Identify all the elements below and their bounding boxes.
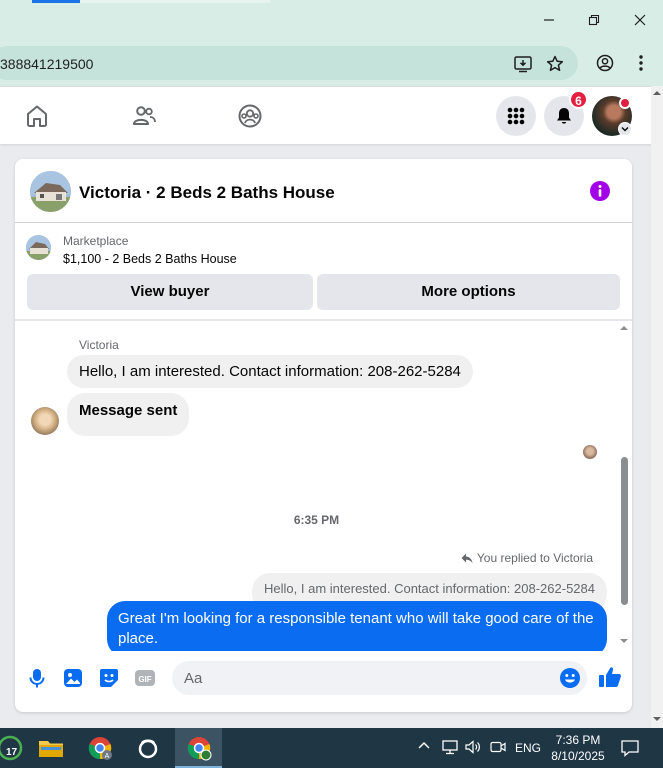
reply-arrow-icon — [461, 553, 473, 563]
message-thread[interactable]: Victoria Hello, I am interested. Contact… — [15, 321, 632, 651]
minimize-button[interactable] — [535, 8, 563, 32]
close-window-button[interactable] — [626, 8, 654, 32]
more-options-button[interactable]: More options — [317, 274, 620, 310]
menu-grid-icon — [507, 107, 525, 125]
read-receipt-avatar — [583, 445, 597, 459]
network-icon[interactable] — [441, 738, 459, 756]
microphone-icon[interactable] — [26, 667, 48, 689]
sender-name: Victoria — [79, 338, 119, 352]
clock-date: 8/10/2025 — [551, 749, 605, 763]
listing-summary: $1,100 - 2 Beds 2 Baths House — [63, 252, 237, 266]
chrome-active-profile-icon[interactable] — [185, 734, 213, 762]
browser-titlebar — [0, 0, 663, 40]
close-icon — [634, 14, 646, 26]
address-bar-row: 388841219500 — [0, 40, 663, 86]
info-icon[interactable] — [590, 181, 610, 201]
account-menu-chevron[interactable] — [618, 122, 632, 136]
thumbs-up-icon[interactable] — [598, 665, 621, 687]
scroll-down-icon[interactable] — [618, 636, 630, 646]
groups-icon[interactable] — [237, 103, 263, 129]
chat-title[interactable]: Victoria · 2 Beds 2 Baths House — [79, 183, 335, 203]
thread-scrollbar[interactable] — [618, 321, 630, 651]
facebook-navbar: 6 — [0, 86, 663, 144]
listing-thumbnail — [26, 235, 51, 260]
photo-icon[interactable] — [62, 667, 84, 689]
restore-button[interactable] — [580, 8, 608, 32]
system-clock[interactable]: 7:36 PM 8/10/2025 — [543, 732, 613, 764]
incoming-message[interactable]: Message sent — [67, 393, 190, 436]
taskbar-notification-count: 17 — [6, 747, 18, 758]
svg-text:GIF: GIF — [138, 675, 151, 684]
install-app-icon[interactable] — [513, 54, 533, 74]
profile-icon[interactable] — [595, 53, 615, 73]
chevron-down-icon — [621, 127, 629, 132]
chat-window: Victoria · 2 Beds 2 Baths House Marketpl… — [15, 159, 632, 712]
status-dot — [619, 97, 631, 109]
view-buyer-button[interactable]: View buyer — [27, 274, 313, 310]
reply-indicator: You replied to Victoria — [461, 551, 593, 565]
notification-badge: 6 — [569, 90, 588, 109]
star-icon[interactable] — [545, 54, 565, 74]
friends-icon[interactable] — [131, 103, 157, 129]
sticker-icon[interactable] — [98, 667, 120, 689]
clock-time: 7:36 PM — [555, 733, 601, 747]
omnibox[interactable]: 388841219500 — [0, 46, 578, 80]
listing-photo[interactable] — [30, 171, 71, 212]
chevron-up-icon[interactable] — [416, 738, 432, 754]
svg-text:A: A — [105, 753, 110, 760]
meet-now-icon[interactable] — [489, 738, 507, 756]
minimize-icon — [544, 19, 554, 21]
chrome-profile-a-icon[interactable]: A — [86, 734, 114, 762]
file-explorer-icon[interactable] — [37, 734, 65, 762]
reply-label: You replied to Victoria — [476, 551, 593, 565]
kebab-menu-icon[interactable] — [631, 53, 651, 73]
page-scrollbar[interactable] — [651, 86, 663, 728]
message-timestamp: 6:35 PM — [293, 513, 340, 527]
emoji-icon[interactable] — [559, 667, 581, 689]
app-launcher-icon[interactable] — [134, 734, 162, 762]
chat-header: Victoria · 2 Beds 2 Baths House — [15, 159, 632, 223]
restore-icon — [588, 14, 600, 26]
url-text[interactable]: 388841219500 — [0, 56, 93, 72]
scroll-thumb[interactable] — [621, 457, 628, 605]
bell-icon — [557, 108, 571, 124]
incoming-message[interactable]: Hello, I am interested. Contact informat… — [67, 355, 473, 388]
windows-taskbar: 17 A ENG 7:36 PM 8/10/2025 — [0, 728, 663, 768]
page-scroll-down-icon[interactable] — [651, 714, 663, 724]
message-input[interactable] — [172, 661, 587, 695]
menu-button[interactable] — [496, 96, 536, 136]
scroll-up-icon[interactable] — [618, 323, 630, 333]
home-icon[interactable] — [24, 103, 50, 129]
action-center-icon[interactable] — [620, 738, 640, 758]
active-tab-indicator[interactable] — [32, 0, 80, 3]
tab-strip[interactable] — [80, 0, 270, 3]
marketplace-label: Marketplace — [63, 234, 129, 248]
volume-icon[interactable] — [464, 738, 482, 756]
marketplace-listing-row[interactable]: Marketplace $1,100 - 2 Beds 2 Baths Hous… — [15, 224, 632, 268]
message-composer: GIF — [15, 654, 632, 712]
sender-avatar[interactable] — [31, 407, 59, 435]
gif-icon[interactable]: GIF — [134, 667, 156, 689]
language-indicator[interactable]: ENG — [515, 741, 541, 755]
page-scroll-up-icon[interactable] — [651, 88, 663, 98]
outgoing-message[interactable]: Great I'm looking for a responsible tena… — [107, 601, 607, 651]
